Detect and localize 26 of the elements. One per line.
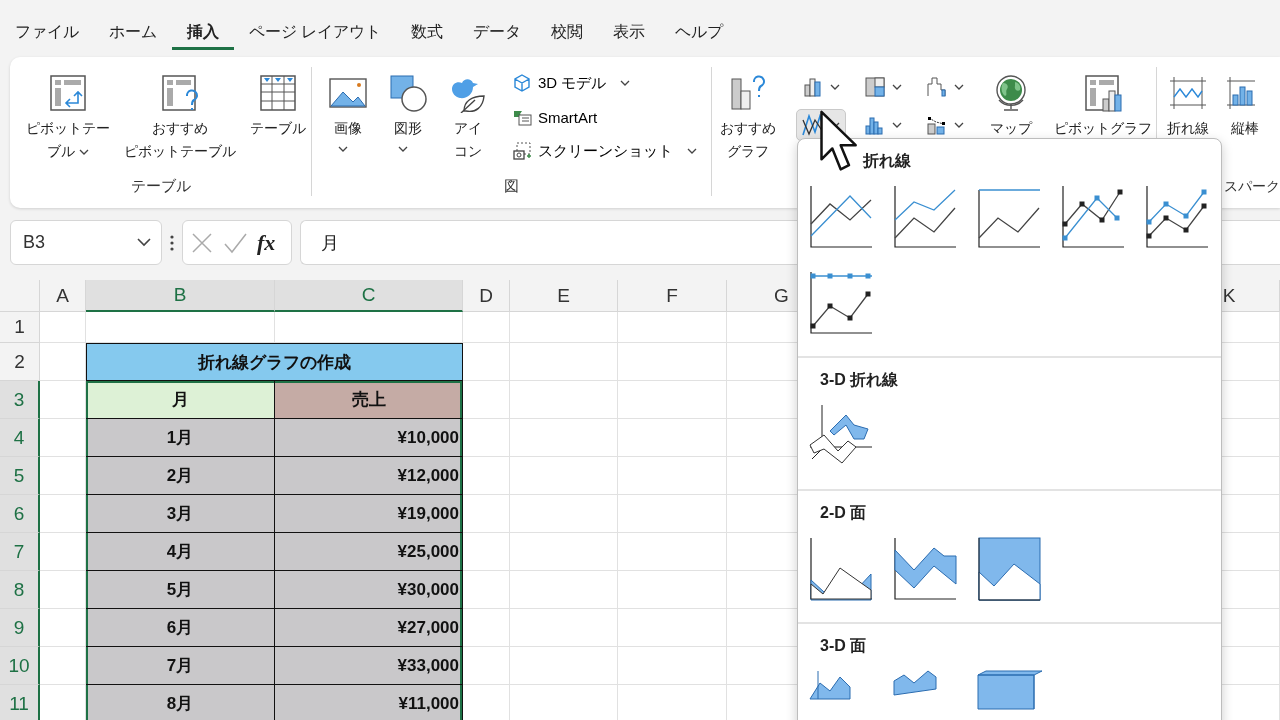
table-cell: ¥12,000 [275,457,463,495]
table-cell: 4月 [86,533,275,571]
section-title: 3-D 面 [820,636,868,656]
table-cell: ¥10,000 [275,419,463,457]
table-cell: 6月 [86,609,275,647]
section-title: 折れ線 [863,151,912,171]
group-label: スパーク [1224,177,1280,196]
section-title: 2-D 面 [820,503,868,523]
table-cell: 1月 [86,419,275,457]
group-label: テーブル [130,176,191,196]
table-header-cell: 売上 [275,381,463,419]
table-header-cell: 月 [86,381,275,419]
table-cell: ¥19,000 [275,495,463,533]
table-cell: 3月 [86,495,275,533]
table-cell: ¥33,000 [275,647,463,685]
table-title: 折れ線グラフの作成 [86,343,463,381]
table-cell: ¥11,000 [275,685,463,720]
table-cell: 5月 [86,571,275,609]
table-cell: ¥30,000 [275,571,463,609]
group-label: 図 [504,176,519,196]
table-cell: ¥27,000 [275,609,463,647]
table-cell: ¥25,000 [275,533,463,571]
table-cell: 8月 [86,685,275,720]
table-cell: 7月 [86,647,275,685]
section-title: 3-D 折れ線 [820,370,900,390]
table-cell: 2月 [86,457,275,495]
